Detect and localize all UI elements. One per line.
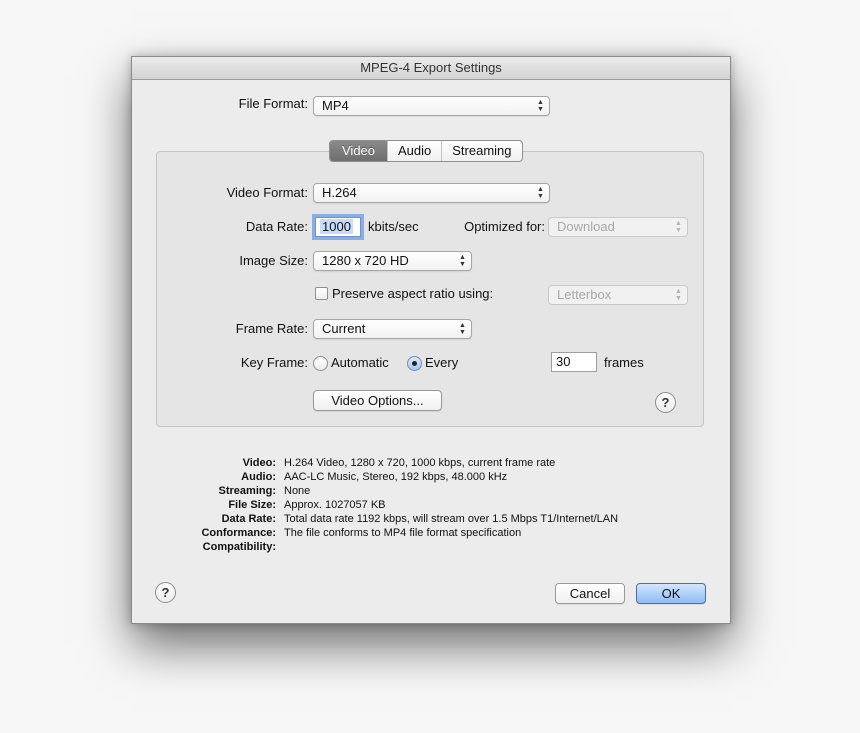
- data-rate-value: 1000: [320, 219, 353, 234]
- frame-rate-value: Current: [322, 321, 366, 336]
- summary-key: Data Rate:: [221, 513, 276, 525]
- file-format-popup[interactable]: MP4 ▲ ▼: [313, 96, 550, 116]
- aspect-mode-popup[interactable]: Letterbox ▲ ▼: [548, 285, 688, 305]
- frame-rate-label: Frame Rate:: [235, 321, 308, 336]
- summary-row: Conformance: The file conforms to MP4 fi…: [132, 526, 730, 540]
- cancel-button[interactable]: Cancel: [555, 583, 625, 604]
- data-rate-label: Data Rate:: [245, 219, 308, 234]
- popup-arrows-icon: ▲ ▼: [537, 186, 544, 200]
- key-frame-every-radio[interactable]: [407, 356, 422, 371]
- summary-row: Compatibility:: [132, 540, 730, 554]
- summary-key: Streaming:: [218, 485, 276, 497]
- image-size-value: 1280 x 720 HD: [322, 253, 409, 268]
- frame-rate-popup[interactable]: Current ▲ ▼: [313, 319, 472, 339]
- summary-value: Total data rate 1192 kbps, will stream o…: [284, 513, 619, 525]
- video-format-value: H.264: [322, 185, 357, 200]
- dialog-help-button[interactable]: ?: [155, 582, 176, 603]
- summary-value: Approx. 1027057 KB: [284, 499, 386, 511]
- popup-arrows-icon: ▲ ▼: [459, 322, 466, 336]
- group-help-button[interactable]: ?: [655, 392, 676, 413]
- preserve-aspect-label: Preserve aspect ratio using:: [332, 286, 494, 301]
- optimized-for-popup[interactable]: Download ▲ ▼: [548, 217, 688, 237]
- summary-row: File Size: Approx. 1027057 KB: [132, 498, 730, 512]
- summary-row: Audio: AAC-LC Music, Stereo, 192 kbps, 4…: [132, 470, 730, 484]
- video-options-button[interactable]: Video Options...: [313, 390, 442, 411]
- tab-audio[interactable]: Audio: [387, 141, 441, 161]
- key-frame-interval-input[interactable]: 30: [551, 352, 597, 372]
- tab-streaming[interactable]: Streaming: [441, 141, 521, 161]
- popup-arrows-icon: ▲ ▼: [459, 254, 466, 268]
- data-rate-unit: kbits/sec: [368, 219, 419, 234]
- popup-arrows-icon: ▲ ▼: [675, 288, 682, 302]
- summary-value: None: [284, 485, 311, 497]
- summary-key: Video:: [242, 457, 276, 469]
- summary-row: Streaming: None: [132, 484, 730, 498]
- key-frame-automatic-radio[interactable]: [313, 356, 328, 371]
- key-frame-label: Key Frame:: [240, 355, 308, 370]
- summary-value: H.264 Video, 1280 x 720, 1000 kbps, curr…: [284, 457, 556, 469]
- optimized-for-label: Optimized for:: [464, 219, 545, 234]
- summary-value: The file conforms to MP4 file format spe…: [284, 527, 522, 539]
- data-rate-input[interactable]: 1000: [315, 217, 361, 237]
- optimized-for-value: Download: [557, 219, 615, 234]
- key-frame-automatic-label: Automatic: [331, 355, 389, 370]
- popup-arrows-icon: ▲ ▼: [675, 220, 682, 234]
- window-title: MPEG-4 Export Settings: [132, 57, 730, 80]
- key-frame-frames-unit: frames: [604, 355, 644, 370]
- summary-row: Video: H.264 Video, 1280 x 720, 1000 kbp…: [132, 456, 730, 470]
- video-format-label: Video Format:: [226, 185, 308, 200]
- export-settings-dialog: MPEG-4 Export Settings File Format: MP4 …: [131, 56, 731, 624]
- image-size-popup[interactable]: 1280 x 720 HD ▲ ▼: [313, 251, 472, 271]
- summary-value: AAC-LC Music, Stereo, 192 kbps, 48.000 k…: [284, 471, 508, 483]
- summary-key: Audio:: [241, 471, 276, 483]
- preserve-aspect-checkbox[interactable]: [315, 287, 328, 300]
- tab-video[interactable]: Video: [330, 141, 388, 161]
- popup-arrows-icon: ▲ ▼: [537, 99, 544, 113]
- summary-key: Conformance:: [201, 527, 276, 539]
- image-size-label: Image Size:: [239, 253, 308, 268]
- summary-key: File Size:: [228, 499, 276, 511]
- file-format-value: MP4: [322, 98, 349, 113]
- aspect-mode-value: Letterbox: [557, 287, 612, 302]
- video-format-popup[interactable]: H.264 ▲ ▼: [313, 183, 550, 203]
- summary-row: Data Rate: Total data rate 1192 kbps, wi…: [132, 512, 730, 526]
- key-frame-every-label: Every: [425, 355, 459, 370]
- file-format-label: File Format:: [238, 96, 308, 111]
- tab-bar: Video Audio Streaming: [329, 140, 523, 162]
- ok-button[interactable]: OK: [636, 583, 706, 604]
- summary-key: Compatibility:: [202, 541, 276, 553]
